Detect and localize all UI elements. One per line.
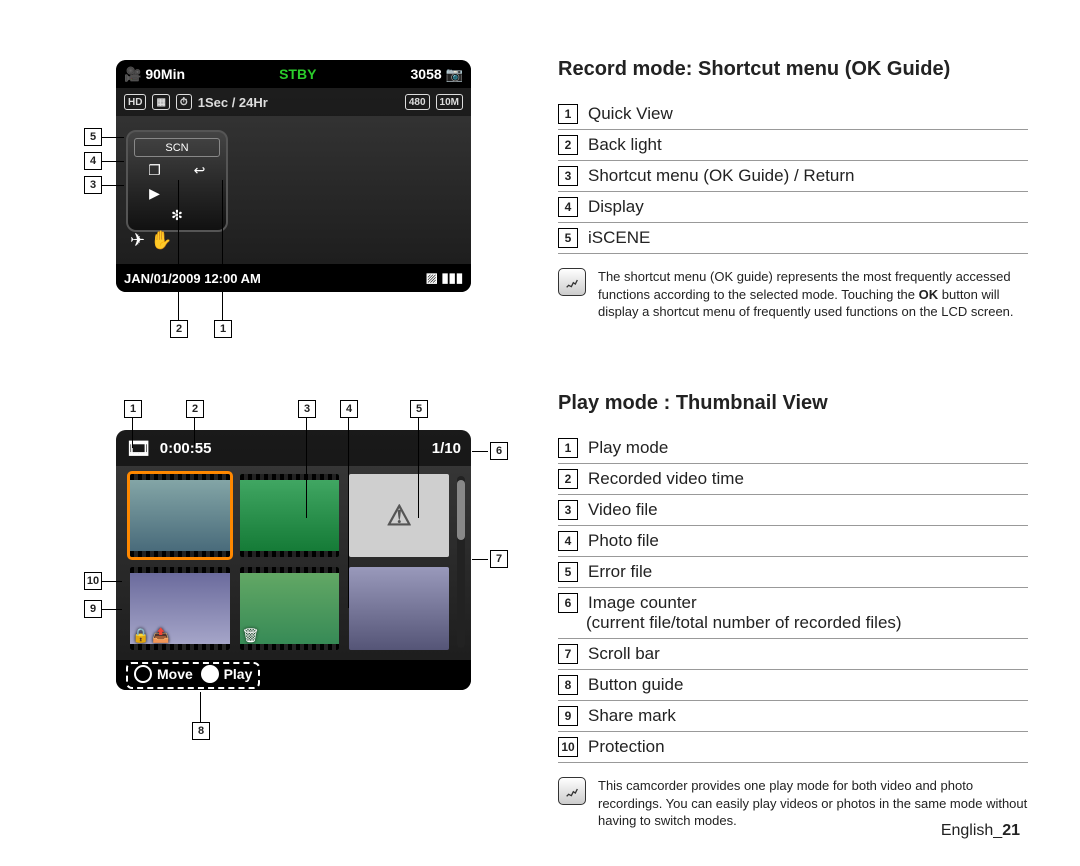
battery-icon: ▮▮▮ bbox=[442, 270, 463, 286]
ref-num: 4 bbox=[558, 531, 578, 551]
callout-r6: 6 bbox=[490, 442, 508, 460]
section1-note: The shortcut menu (OK guide) represents … bbox=[558, 268, 1028, 321]
ref-label: Back light bbox=[588, 135, 662, 155]
button-guide-bar: Move Play bbox=[116, 660, 471, 690]
ref-label: Protection bbox=[588, 737, 665, 757]
ok-icon bbox=[201, 665, 219, 683]
ref-label: Photo file bbox=[588, 531, 659, 551]
ref-num: 2 bbox=[558, 135, 578, 155]
thumbnail-1[interactable] bbox=[130, 474, 230, 557]
ref-label: Shortcut menu (OK Guide) / Return bbox=[588, 166, 854, 186]
return-icon[interactable]: ↩ bbox=[179, 161, 220, 180]
ref-label: Quick View bbox=[588, 104, 673, 124]
camcorder-icon: 🎥 bbox=[124, 66, 141, 83]
ref-num: 3 bbox=[558, 500, 578, 520]
ref-label: Display bbox=[588, 197, 644, 217]
timer-icon: ⏱ bbox=[176, 94, 192, 110]
thumbnail-4[interactable]: 🔒📤 bbox=[130, 567, 230, 650]
ref-num: 9 bbox=[558, 706, 578, 726]
play-label: Play bbox=[224, 666, 253, 682]
quickview-icon[interactable]: ▶ bbox=[134, 184, 175, 203]
status-stby: STBY bbox=[279, 66, 316, 82]
ref-num: 5 bbox=[558, 562, 578, 582]
shots-remaining: 3058 bbox=[411, 66, 442, 82]
note-ok-bold: OK bbox=[919, 287, 939, 302]
ref-num: 8 bbox=[558, 675, 578, 695]
ref-label: Button guide bbox=[588, 675, 683, 695]
trash-icon: 🗑 bbox=[242, 627, 260, 644]
callout-4: 4 bbox=[84, 152, 102, 170]
section1-list: 1 Quick View 2 Back light 3 Shortcut menu (… bbox=[558, 99, 1028, 254]
callout-t1: 1 bbox=[124, 400, 142, 418]
callout-r7: 7 bbox=[490, 550, 508, 568]
callout-t5: 5 bbox=[410, 400, 428, 418]
ref-label: Scroll bar bbox=[588, 644, 660, 664]
section2-list: 1 Play mode 2 Recorded video time 3 Video f… bbox=[558, 433, 1028, 763]
elapsed-time: 0:00:55 bbox=[160, 440, 212, 457]
display-icon[interactable]: ❐ bbox=[134, 161, 175, 180]
ref-num: 1 bbox=[558, 438, 578, 458]
callout-t2: 2 bbox=[186, 400, 204, 418]
datetime: JAN/01/2009 12:00 AM bbox=[124, 271, 261, 286]
ref-sublabel: (current file/total number of recorded f… bbox=[586, 613, 1028, 633]
ref-num: 7 bbox=[558, 644, 578, 664]
move-label: Move bbox=[157, 666, 193, 682]
thumbnail-5[interactable]: 🗑 bbox=[240, 567, 340, 650]
footer-lang: English bbox=[941, 822, 993, 839]
ref-label: Play mode bbox=[588, 438, 668, 458]
ref-num: 2 bbox=[558, 469, 578, 489]
ref-label: Video file bbox=[588, 500, 658, 520]
megapixel-tag: 10M bbox=[436, 94, 463, 110]
ref-num: 6 bbox=[558, 593, 578, 613]
footer-page: 21 bbox=[1002, 822, 1020, 839]
card-icon: ▨ bbox=[426, 270, 438, 286]
camera-icon: 📷 bbox=[446, 66, 463, 83]
quality-icon: ▦ bbox=[152, 94, 169, 110]
callout-3: 3 bbox=[84, 176, 102, 194]
image-counter: 1/10 bbox=[432, 440, 461, 457]
ref-num: 5 bbox=[558, 228, 578, 248]
hd-icon: HD bbox=[124, 94, 146, 110]
share-icon: 📤 bbox=[152, 627, 169, 644]
iscene-icon[interactable]: SCN bbox=[134, 138, 220, 157]
callout-t3: 3 bbox=[298, 400, 316, 418]
ref-label: Recorded video time bbox=[588, 469, 744, 489]
res-tag: 480 bbox=[405, 94, 430, 110]
ref-num: 10 bbox=[558, 737, 578, 757]
thumbnail-6[interactable] bbox=[349, 567, 449, 650]
rec-time: 90Min bbox=[145, 66, 185, 82]
interval-text: 1Sec / 24Hr bbox=[198, 95, 268, 110]
ref-num: 3 bbox=[558, 166, 578, 186]
dpad-icon bbox=[134, 665, 152, 683]
backlight-icon[interactable]: ✻ bbox=[134, 207, 220, 224]
thumbnail-2[interactable] bbox=[240, 474, 340, 557]
protection-icon: 🔒 bbox=[132, 627, 149, 644]
callout-l9: 9 bbox=[84, 600, 102, 618]
callout-l10: 10 bbox=[84, 572, 102, 590]
note-icon bbox=[558, 777, 586, 805]
callout-b8: 8 bbox=[192, 722, 210, 740]
note-icon bbox=[558, 268, 586, 296]
misc-icons: ✈ ✋ bbox=[130, 230, 173, 251]
callout-5: 5 bbox=[84, 128, 102, 146]
shortcut-panel[interactable]: SCN ❐ ↩ ▶ ✻ bbox=[126, 130, 228, 232]
section2-title: Play mode : Thumbnail View bbox=[558, 392, 1028, 415]
thumbnail-grid[interactable]: ⚠ 🔒📤 🗑 bbox=[130, 474, 449, 650]
ref-num: 1 bbox=[558, 104, 578, 124]
page-footer: English_21 bbox=[941, 822, 1020, 840]
callout-t4: 4 bbox=[340, 400, 358, 418]
callout-2: 2 bbox=[170, 320, 188, 338]
callout-1: 1 bbox=[214, 320, 232, 338]
lcd-record-mode: 🎥 90Min STBY 3058 📷 HD ▦ ⏱ 1Sec / 24Hr 4… bbox=[116, 60, 471, 292]
ref-label: Share mark bbox=[588, 706, 676, 726]
section1-title: Record mode: Shortcut menu (OK Guide) bbox=[558, 58, 1028, 81]
ref-num: 4 bbox=[558, 197, 578, 217]
ref-label: Error file bbox=[588, 562, 652, 582]
playmode-icon[interactable]: 🎞 bbox=[126, 436, 151, 461]
scroll-bar[interactable] bbox=[457, 476, 465, 648]
ref-label: Image counter bbox=[588, 593, 697, 613]
ref-label: iSCENE bbox=[588, 228, 650, 248]
thumbnail-error[interactable]: ⚠ bbox=[349, 474, 449, 557]
